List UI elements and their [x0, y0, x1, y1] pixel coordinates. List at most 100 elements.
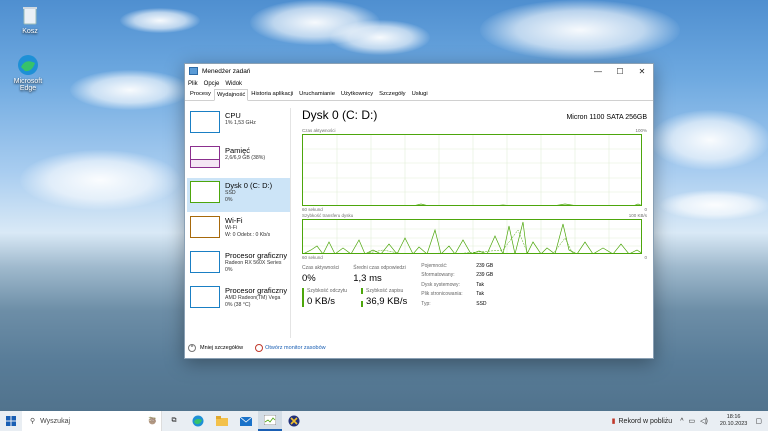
sidebar-item-gpu1[interactable]: Procesor graficzny 1 AMD Radeon(TM) Vega… [187, 283, 290, 317]
windows-logo-icon [6, 416, 16, 426]
taskbar-task-manager[interactable] [258, 411, 282, 431]
tab-performance[interactable]: Wydajność [213, 89, 249, 101]
tab-startup[interactable]: Uruchamianie [296, 88, 338, 100]
show-hidden-icons[interactable]: ^ [680, 418, 683, 425]
search-icon: ⚲ [30, 418, 36, 425]
stat-write-speed: Szybkość zapisu 36,9 KB/s [361, 288, 407, 307]
stat-label: Szybkość odczytu [307, 288, 348, 294]
device-model: Micron 1100 SATA 256GB [566, 114, 647, 121]
minimize-button[interactable]: — [587, 64, 609, 78]
weather-notification[interactable]: Rekord w pobliżu [619, 418, 673, 425]
disk-detail-panel: Dysk 0 (C: D:) Micron 1100 SATA 256GB Cz… [302, 108, 647, 338]
disk-stats: Czas aktywności 0% Średni czas odpowiedz… [302, 263, 647, 307]
taskbar-app[interactable] [282, 411, 306, 431]
taskbar-search[interactable]: ⚲ Wyszukaj 🦥 [22, 411, 162, 431]
notification-center-icon[interactable]: ▢ [755, 417, 762, 425]
active-time-graph [302, 134, 642, 206]
clock[interactable]: 18:16 20.10.2023 [720, 414, 748, 428]
prop-label: Plik stronicowania: [421, 291, 463, 298]
sidebar-item-memory[interactable]: Pamięć 2,6/6,9 GB (38%) [187, 143, 290, 177]
memory-thumbnail-graph [190, 146, 220, 168]
disk-properties: Pojemność: 239 GB Sformatowany: 239 GB D… [421, 263, 516, 307]
window-footer: ^ Mniej szczegółów Otwórz monitor zasobó… [188, 344, 326, 352]
taskbar: ⚲ Wyszukaj 🦥 ⧉ ▮ Rekord w pobliżu ^ ▭ ◁)… [0, 411, 768, 431]
stat-active-time: Czas aktywności 0% [302, 265, 339, 284]
tab-app-history[interactable]: Historia aplikacji [248, 88, 296, 100]
edge-icon [17, 54, 39, 76]
sidebar-item-sub: 0% (38 °C) [225, 301, 251, 308]
performance-sidebar: CPU 1% 1,53 GHz Pamięć 2,6/6,9 GB (38%) … [187, 108, 291, 338]
sidebar-item-gpu0[interactable]: Procesor graficzny 0 Radeon RX 560X Seri… [187, 248, 290, 282]
sidebar-item-sub: 0% [225, 196, 233, 203]
task-view-button[interactable]: ⧉ [162, 411, 186, 431]
task-manager-window: Menedżer zadań — ☐ ✕ Plik Opcje Widok Pr… [184, 63, 654, 359]
sidebar-item-disk0[interactable]: Dysk 0 (C: D:) SSD 0% [187, 178, 290, 212]
clock-date: 20.10.2023 [719, 421, 748, 427]
desktop-icon-label: Microsoft Edge [13, 78, 43, 92]
desktop-icon-recycle-bin[interactable]: Kosz [8, 4, 52, 35]
prop-value: 239 GB [476, 263, 494, 269]
tab-services[interactable]: Usługi [409, 88, 431, 100]
sidebar-item-sub: W: 0 Odebr.: 0 Kb/s [225, 231, 271, 238]
stat-value: 0% [302, 273, 316, 284]
mail-icon [240, 416, 252, 426]
prop-value: Tak [476, 291, 485, 298]
tab-users[interactable]: Użytkownicy [338, 88, 376, 100]
maximize-button[interactable]: ☐ [609, 64, 631, 78]
network-icon[interactable]: ▭ [689, 417, 696, 425]
menu-view[interactable]: Widok [225, 81, 242, 87]
start-button[interactable] [0, 416, 22, 426]
desktop-icon-edge[interactable]: Microsoft Edge [6, 54, 50, 92]
resource-monitor-icon [255, 344, 264, 352]
task-view-icon: ⧉ [171, 417, 177, 424]
task-manager-icon [189, 67, 198, 75]
edge-icon [192, 415, 204, 427]
taskbar-edge[interactable] [186, 411, 210, 431]
disk-thumbnail-graph [190, 181, 220, 203]
prop-label: Sformatowany: [421, 272, 455, 279]
sidebar-item-cpu[interactable]: CPU 1% 1,53 GHz [187, 108, 290, 142]
tab-strip: Procesy Wydajność Historia aplikacji Uru… [185, 89, 653, 101]
task-manager-icon [264, 415, 276, 425]
stat-value: 0 KB/s [307, 296, 335, 307]
stat-label: Średni czas odpowiedzi [353, 265, 406, 271]
volume-icon[interactable]: ◁) [700, 417, 708, 425]
tab-processes[interactable]: Procesy [187, 88, 214, 100]
fewer-details-link[interactable]: Mniej szczegółów [200, 345, 243, 351]
sidebar-item-sub: AMD Radeon(TM) Vega [225, 295, 281, 301]
system-tray: ▮ Rekord w pobliżu ^ ▭ ◁) 18:16 20.10.20… [612, 411, 768, 431]
sidebar-item-sub: 0% [225, 266, 233, 273]
gpu1-thumbnail-graph [190, 286, 220, 308]
title-bar[interactable]: Menedżer zadań — ☐ ✕ [185, 64, 653, 78]
clock-time: 18:16 [726, 414, 741, 420]
sidebar-item-sub: 2,6/6,9 GB (38%) [225, 155, 266, 161]
prop-label: Typ: [421, 300, 431, 307]
open-resource-monitor-link[interactable]: Otwórz monitor zasobów [265, 345, 326, 351]
search-highlight-icon: 🦥 [148, 418, 157, 425]
stat-value: 36,9 KB/s [366, 296, 408, 307]
stat-label: Szybkość zapisu [366, 288, 404, 294]
sidebar-item-title: Pamięć [225, 146, 251, 155]
sidebar-item-title: CPU [225, 111, 241, 120]
wifi-thumbnail-graph [190, 216, 220, 238]
menu-options[interactable]: Opcje [204, 81, 220, 87]
chevron-up-icon[interactable]: ^ [188, 344, 196, 352]
stat-read-speed: Szybkość odczytu 0 KB/s [302, 288, 347, 307]
prop-value: Tak [476, 281, 485, 288]
sidebar-item-wifi[interactable]: Wi-Fi Wi-Fi W: 0 Odebr.: 0 Kb/s [187, 213, 290, 247]
prop-value: 239 GB [476, 272, 494, 279]
close-button[interactable]: ✕ [631, 64, 653, 78]
cpu-thumbnail-graph [190, 111, 220, 133]
app-icon [288, 415, 300, 427]
prop-label: Dysk systemowy: [421, 281, 460, 288]
taskbar-mail[interactable] [234, 411, 258, 431]
graph2-timespan: 60 sekund [302, 255, 323, 260]
menu-file[interactable]: Plik [188, 81, 198, 87]
desktop-icon-label: Kosz [22, 28, 38, 35]
sidebar-item-title: Dysk 0 (C: D:) [225, 181, 273, 190]
tab-details[interactable]: Szczegóły [376, 88, 408, 100]
taskbar-file-explorer[interactable] [210, 411, 234, 431]
sidebar-item-sub: 1% 1,53 GHz [225, 120, 256, 126]
search-placeholder: Wyszukaj [40, 417, 71, 425]
device-title: Dysk 0 (C: D:) [302, 108, 378, 122]
